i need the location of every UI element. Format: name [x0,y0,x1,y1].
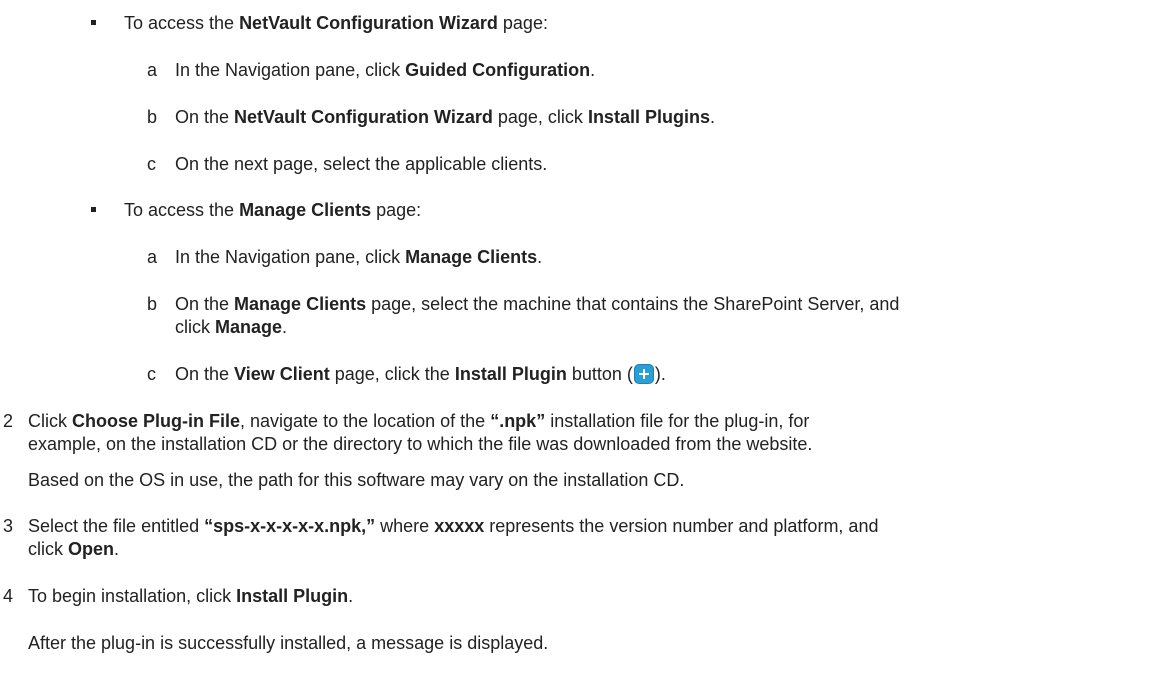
text: In the Navigation pane, click [175,247,406,267]
text: Select the file entitled [28,516,205,536]
emphasis: Manage Clients [239,200,372,220]
text: ). [654,364,666,384]
emphasis: NetVault Configuration Wizard [239,13,498,33]
text: page: [371,200,422,220]
step2-number: 2 [3,411,14,431]
text: On the [175,364,235,384]
emphasis: Install Plugins [587,107,710,127]
emphasis: “.npk” [490,411,546,431]
text: page: [497,13,548,33]
sub1-c-letter: c [147,154,156,174]
text: On the [175,107,235,127]
sub1-intro: To access the NetVault Configuration Wiz… [124,12,548,34]
text: . [114,539,120,559]
text: In the Navigation pane, click [175,60,406,80]
sub2-a-letter: a [147,247,158,267]
text: page, click the [329,364,455,384]
step2-line1: Click Choose Plug-in File, navigate to t… [28,410,809,432]
step2-line2: example, on the installation CD or the d… [28,434,813,454]
text: To begin installation, click [28,586,237,606]
sub2-b: On the Manage Clients page, select the m… [175,293,899,315]
emphasis: View Client [234,364,330,384]
text: . [590,60,596,80]
text: On the [175,294,235,314]
text: button ( [566,364,633,384]
sub2-c-letter: c [147,364,156,384]
emphasis: Open [68,539,115,559]
text: represents the version number and platfo… [484,516,879,536]
sub1-a: In the Navigation pane, click Guided Con… [175,59,595,81]
emphasis: NetVault Configuration Wizard [234,107,493,127]
emphasis: Choose Plug-in File [72,411,241,431]
text: . [537,247,543,267]
text: To access the [124,200,240,220]
emphasis: Guided Configuration [405,60,591,80]
text: . [348,586,354,606]
sub1-b: On the NetVault Configuration Wizard pag… [175,106,715,128]
step3-line1: Select the file entitled “sps-x-x-x-x-x.… [28,515,878,537]
step4-line1: To begin installation, click Install Plu… [28,585,353,607]
text: Click [28,411,72,431]
step3-number: 3 [3,516,14,536]
step4-note: After the plug-in is successfully instal… [28,633,549,653]
text: page, click [492,107,588,127]
emphasis: xxxxx [434,516,485,536]
text: . [282,317,288,337]
bullet-marker [91,20,96,25]
sub1-b-letter: b [147,107,158,127]
text: click [28,539,68,559]
bullet-marker [91,207,96,212]
sub1-a-letter: a [147,60,158,80]
emphasis: Install Plugin [454,364,567,384]
sub2-b-cont: click Manage. [175,316,287,338]
step3-line2: click Open. [28,538,119,560]
emphasis: Manage [215,317,283,337]
step2-note: Based on the OS in use, the path for thi… [28,470,685,490]
text: , navigate to the location of the [240,411,491,431]
emphasis: Manage Clients [234,294,367,314]
emphasis: “sps-x-x-x-x-x.npk,” [204,516,376,536]
text: where [375,516,435,536]
emphasis: Manage Clients [405,247,538,267]
step4-number: 4 [3,586,14,606]
sub1-c: On the next page, select the applicable … [175,154,548,174]
text: click [175,317,215,337]
sub2-a: In the Navigation pane, click Manage Cli… [175,246,542,268]
text: installation file for the plug-in, for [545,411,810,431]
sub2-intro: To access the Manage Clients page: [124,199,421,221]
text: To access the [124,13,240,33]
emphasis: Install Plugin [236,586,349,606]
install-plugin-icon [633,364,654,384]
sub2-b-letter: b [147,294,158,314]
text: page, select the machine that contains t… [366,294,900,314]
text: . [709,107,715,127]
sub2-c: On the View Client page, click the Insta… [175,363,666,385]
